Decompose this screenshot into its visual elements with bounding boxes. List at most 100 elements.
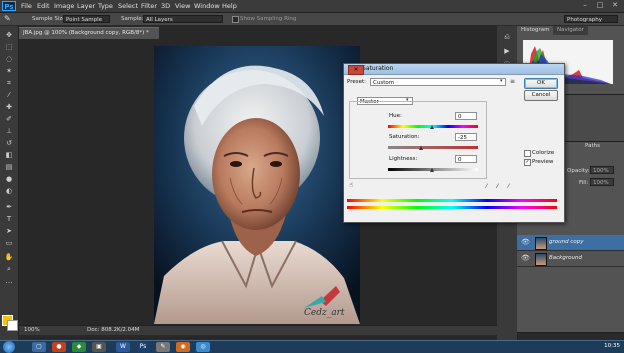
clone-stamp-tool-icon[interactable]: ⊥ [3,126,15,136]
shape-tool-icon[interactable]: ▭ [3,238,15,248]
cancel-button[interactable]: Cancel [524,90,558,101]
menu-select[interactable]: Select [118,2,138,10]
sample-select[interactable]: All Layers [143,15,223,23]
tab-paths[interactable]: Paths [581,142,604,151]
opacity-input[interactable]: 100% [590,166,614,174]
output-spectrum-bar [347,206,557,209]
menu-window[interactable]: Window [194,2,220,10]
hue-slider-thumb[interactable] [430,125,434,129]
preset-dropdown-icon[interactable]: ▾ [500,78,503,84]
tab-navigator[interactable]: Navigator [553,26,588,35]
layer-row-background-copy[interactable]: 👁 ground copy [517,235,624,251]
hand-tool-icon[interactable]: ✋ [3,252,15,262]
brush-tool-icon[interactable]: ✐ [3,114,15,124]
close-icon[interactable]: ✕ [608,0,622,11]
menu-edit[interactable]: Edit [37,2,50,10]
app3-taskbar-icon[interactable]: ✎ [156,342,170,352]
tab-histogram[interactable]: Histogram [517,26,554,35]
dialog-titlebar[interactable]: Hue/Saturation ✕ [344,64,564,75]
layer-row-background[interactable]: 👁 Background [517,251,624,267]
menu-filter[interactable]: Filter [141,2,157,10]
marquee-tool-icon[interactable]: ⬚ [3,42,15,52]
app-taskbar-icon[interactable]: ◆ [72,342,86,352]
menu-layer[interactable]: Layer [77,2,95,10]
actions-panel-icon[interactable]: ▶ [501,46,513,56]
dialog-close-icon[interactable]: ✕ [348,65,364,75]
lightness-input[interactable]: 0 [455,155,477,163]
layer-thumbnail [535,237,547,250]
app4-taskbar-icon[interactable]: ◉ [176,342,190,352]
sample-size-select[interactable]: Point Sample [63,15,110,23]
workspace-select[interactable]: Photography [564,15,618,23]
history-brush-tool-icon[interactable]: ↺ [3,138,15,148]
eyedropper-tool-icon[interactable]: ✎ [4,14,11,23]
colorize-checkbox[interactable] [524,150,531,157]
background-color-swatch[interactable] [7,320,18,331]
preview-checkbox[interactable]: ✓ [524,159,531,166]
saturation-slider-thumb[interactable] [419,146,423,150]
eyedropper-tool-icon[interactable]: ⁄ [3,90,15,100]
lasso-tool-icon[interactable]: ◌ [3,54,15,64]
taskbar-clock[interactable]: 10:35 [604,343,620,349]
maximize-icon[interactable]: □ [593,0,607,11]
move-tool-icon[interactable]: ✥ [3,30,15,40]
menu-type[interactable]: Type [98,2,113,10]
gradient-tool-icon[interactable]: ▤ [3,162,15,172]
quick-select-tool-icon[interactable]: ✶ [3,66,15,76]
targeted-adjustment-icon[interactable]: ☝ [349,181,353,189]
lightness-label: Lightness: [389,156,418,162]
portrait-illustration [154,46,360,324]
menu-help[interactable]: Help [222,2,237,10]
document-tab[interactable]: JBA.jpg @ 100% (Background copy, RGB/8*)… [19,27,159,39]
watermark-text: Cedz_art [304,308,345,318]
menu-3d[interactable]: 3D [161,2,170,10]
pen-tool-icon[interactable]: ✒ [3,202,15,212]
document-tab-title: JBA.jpg @ 100% (Background copy, RGB/8*)… [23,30,149,36]
zoom-tool-icon[interactable]: ⌕ [3,264,15,274]
preset-select[interactable]: Custom [370,78,506,86]
menu-image[interactable]: Image [54,2,74,10]
saturation-slider-track[interactable] [388,146,478,149]
type-tool-icon[interactable]: T [3,214,15,224]
menu-file[interactable]: File [21,2,32,10]
healing-brush-tool-icon[interactable]: ✚ [3,102,15,112]
preset-options-icon[interactable]: ≡ [510,78,515,85]
menu-view[interactable]: View [175,2,190,10]
photoshop-taskbar-icon[interactable]: Ps [136,342,150,352]
hue-input[interactable]: 0 [455,112,477,120]
dodge-tool-icon[interactable]: ◐ [3,186,15,196]
eyedropper-icon[interactable]: ⁄ [486,184,492,190]
minimize-icon[interactable]: – [578,0,592,11]
eyedropper-subtract-icon[interactable]: ⁄ [508,184,514,190]
visibility-eye-icon[interactable]: 👁 [521,238,530,246]
doc-size-info[interactable]: Doc: 808.2K/2.04M [87,327,139,333]
eraser-tool-icon[interactable]: ◧ [3,150,15,160]
eyedropper-add-icon[interactable]: ⁄ [497,184,503,190]
opacity-label: Opacity: [567,168,590,174]
colorize-label: Colorize [532,150,555,156]
app2-taskbar-icon[interactable]: ▣ [92,342,106,352]
tools-panel: ✥ ⬚ ◌ ✶ ⌗ ⁄ ✚ ✐ ⊥ ↺ ◧ ▤ ● ◐ ✒ T ➤ ▭ ✋ ⌕ … [0,26,19,340]
word-taskbar-icon[interactable]: W [116,342,130,352]
saturation-input[interactable]: -25 [455,133,477,141]
photoshop-logo: Ps [2,1,16,11]
path-select-tool-icon[interactable]: ➤ [3,226,15,236]
media-taskbar-icon[interactable]: ● [52,342,66,352]
blur-tool-icon[interactable]: ● [3,174,15,184]
history-panel-icon[interactable]: ⎌ [501,32,513,42]
zoom-level[interactable]: 100% [24,327,40,333]
fill-label: Fill: [579,180,589,186]
start-button-icon[interactable] [3,341,15,353]
show-ring-checkbox[interactable] [232,16,239,23]
layer-name: Background [549,255,582,261]
more-tools-icon[interactable]: … [3,276,15,286]
explorer-taskbar-icon[interactable]: ▢ [32,342,46,352]
hue-label: Hue: [389,113,402,119]
visibility-eye-icon[interactable]: 👁 [521,254,530,262]
layer-thumbnail [535,253,547,266]
fill-input[interactable]: 100% [590,178,614,186]
lightness-slider-thumb[interactable] [430,168,434,172]
ok-button[interactable]: OK [524,78,558,89]
app5-taskbar-icon[interactable]: ◎ [196,342,210,352]
crop-tool-icon[interactable]: ⌗ [3,78,15,88]
